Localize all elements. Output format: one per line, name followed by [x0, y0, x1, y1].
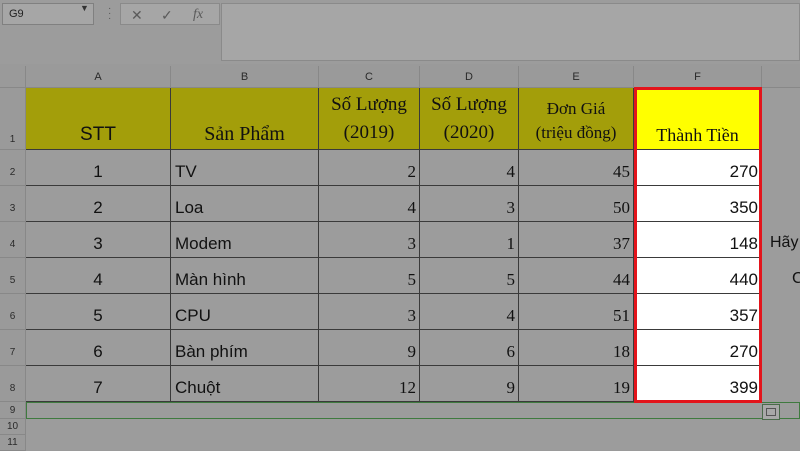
- cell-total[interactable]: 399: [634, 366, 762, 402]
- header-cell-product[interactable]: Sản Phẩm: [171, 88, 319, 150]
- cell-qty-2020[interactable]: 4: [420, 150, 519, 186]
- name-box-value: G9: [9, 8, 24, 20]
- row-header-5[interactable]: 5: [0, 258, 26, 294]
- formula-bar: G9 ▼ · · · ✕ ✓ fx: [0, 0, 800, 64]
- cell-g5-text: C: [792, 270, 800, 287]
- cell-qty-2020[interactable]: 6: [420, 330, 519, 366]
- header-price-line2: (triệu đồng): [535, 123, 617, 142]
- cell-price[interactable]: 51: [519, 294, 634, 330]
- column-header-f[interactable]: F: [634, 66, 762, 88]
- column-header-c[interactable]: C: [319, 66, 420, 88]
- header-qty-2019-line1: Số Lượng: [331, 94, 407, 115]
- cell-product[interactable]: TV: [171, 150, 319, 186]
- cell-qty-2019[interactable]: 5: [319, 258, 420, 294]
- header-cell-qty-2020[interactable]: Số Lượng (2020): [420, 88, 519, 150]
- spreadsheet-grid[interactable]: A B C D E F 1 2 3 4 5 6 7 8 9 10 11 STT …: [0, 66, 800, 451]
- cell-total[interactable]: 357: [634, 294, 762, 330]
- insert-function-icon[interactable]: fx: [193, 5, 203, 25]
- cell-qty-2019[interactable]: 9: [319, 330, 420, 366]
- row-header-4[interactable]: 4: [0, 222, 26, 258]
- cell-qty-2020[interactable]: 4: [420, 294, 519, 330]
- enter-icon[interactable]: ✓: [161, 5, 173, 25]
- cell-price[interactable]: 18: [519, 330, 634, 366]
- cell-qty-2019[interactable]: 2: [319, 150, 420, 186]
- row-header-9[interactable]: 9: [0, 402, 26, 419]
- cell-qty-2019[interactable]: 3: [319, 222, 420, 258]
- cell-g4-text: Hãy: [770, 234, 799, 251]
- cell-product[interactable]: Modem: [171, 222, 319, 258]
- cell-stt[interactable]: 7: [26, 366, 171, 402]
- cell-stt[interactable]: 6: [26, 330, 171, 366]
- header-cell-stt[interactable]: STT: [26, 88, 171, 150]
- cell-qty-2020[interactable]: 3: [420, 186, 519, 222]
- cell-stt[interactable]: 4: [26, 258, 171, 294]
- header-cell-price[interactable]: Đơn Giá (triệu đồng): [519, 88, 634, 150]
- row-header-8[interactable]: 8: [0, 366, 26, 402]
- cell-price[interactable]: 45: [519, 150, 634, 186]
- cell-qty-2019[interactable]: 3: [319, 294, 420, 330]
- cell-total[interactable]: 148: [634, 222, 762, 258]
- cell-price[interactable]: 37: [519, 222, 634, 258]
- cell-total[interactable]: 270: [634, 150, 762, 186]
- cell-qty-2019[interactable]: 12: [319, 366, 420, 402]
- row-header-1[interactable]: 1: [0, 88, 26, 150]
- quick-analysis-icon[interactable]: [762, 404, 780, 420]
- cell-product[interactable]: Màn hình: [171, 258, 319, 294]
- cell-product[interactable]: Bàn phím: [171, 330, 319, 366]
- cell-product[interactable]: CPU: [171, 294, 319, 330]
- select-all-corner[interactable]: [0, 66, 26, 88]
- header-qty-2019-line2: (2019): [343, 122, 395, 143]
- header-cell-total[interactable]: Thành Tiền: [634, 88, 762, 150]
- header-qty-2020-line2: (2020): [443, 122, 495, 143]
- row-header-2[interactable]: 2: [0, 150, 26, 186]
- cell-stt[interactable]: 2: [26, 186, 171, 222]
- cell-stt[interactable]: 1: [26, 150, 171, 186]
- header-price-line1: Đơn Giá: [546, 99, 606, 118]
- cell-price[interactable]: 44: [519, 258, 634, 294]
- cell-total[interactable]: 350: [634, 186, 762, 222]
- cell-total[interactable]: 440: [634, 258, 762, 294]
- cell-qty-2020[interactable]: 9: [420, 366, 519, 402]
- column-header-d[interactable]: D: [420, 66, 519, 88]
- formula-input[interactable]: [221, 3, 800, 61]
- column-header-g[interactable]: [762, 66, 800, 88]
- row-header-3[interactable]: 3: [0, 186, 26, 222]
- cell-qty-2020[interactable]: 1: [420, 222, 519, 258]
- row-header-10[interactable]: 10: [0, 419, 26, 435]
- drag-handle-icon[interactable]: · · ·: [108, 4, 111, 24]
- cancel-icon[interactable]: ✕: [131, 5, 143, 25]
- row-header-11[interactable]: 11: [0, 435, 26, 451]
- cell-stt[interactable]: 5: [26, 294, 171, 330]
- header-qty-2020-line1: Số Lượng: [431, 94, 507, 115]
- cell-price[interactable]: 50: [519, 186, 634, 222]
- column-header-b[interactable]: B: [171, 66, 319, 88]
- cell-price[interactable]: 19: [519, 366, 634, 402]
- formula-buttons: ✕ ✓ fx: [120, 3, 220, 25]
- cell-product[interactable]: Chuột: [171, 366, 319, 402]
- column-header-e[interactable]: E: [519, 66, 634, 88]
- header-cell-qty-2019[interactable]: Số Lượng (2019): [319, 88, 420, 150]
- cell-total[interactable]: 270: [634, 330, 762, 366]
- row-header-7[interactable]: 7: [0, 330, 26, 366]
- cell-stt[interactable]: 3: [26, 222, 171, 258]
- cell-qty-2020[interactable]: 5: [420, 258, 519, 294]
- cell-product[interactable]: Loa: [171, 186, 319, 222]
- row-header-6[interactable]: 6: [0, 294, 26, 330]
- column-header-a[interactable]: A: [26, 66, 171, 88]
- name-box-dropdown-icon[interactable]: ▼: [80, 3, 89, 13]
- cell-qty-2019[interactable]: 4: [319, 186, 420, 222]
